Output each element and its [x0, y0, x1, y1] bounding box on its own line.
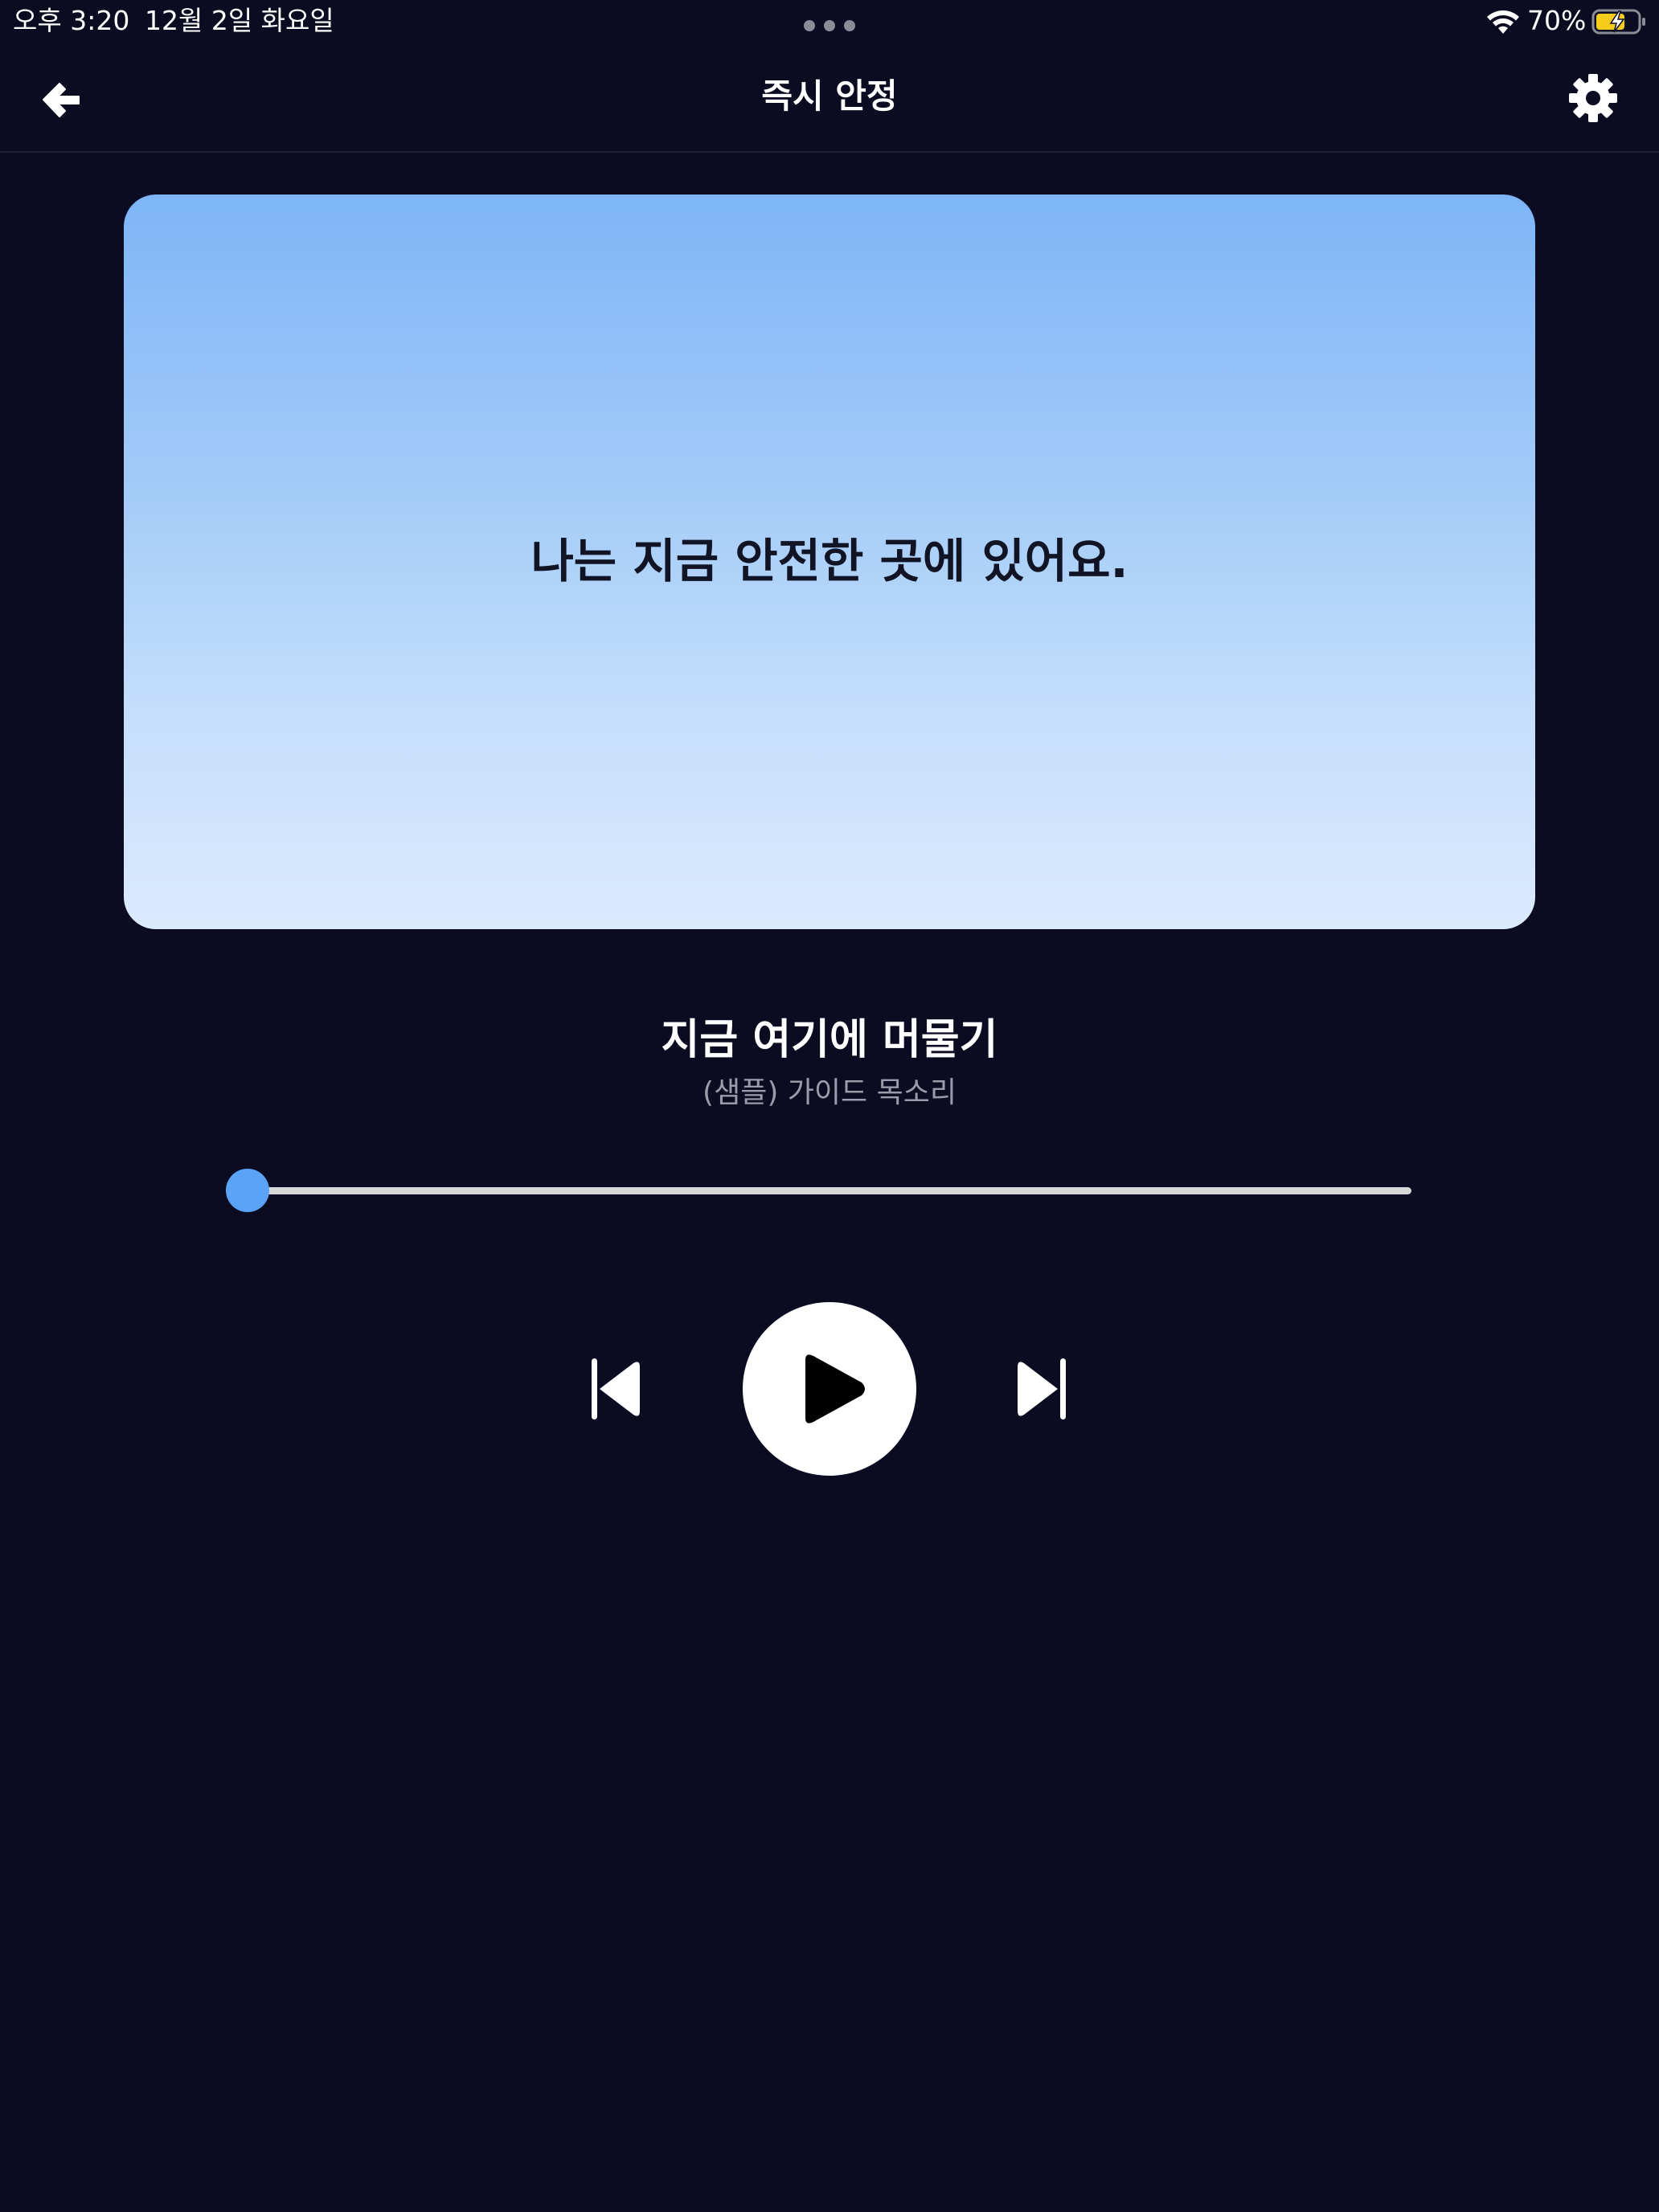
multitask-dot	[844, 20, 855, 31]
battery-charging-icon	[1591, 9, 1645, 35]
wifi-icon	[1487, 10, 1519, 34]
gear-icon	[1569, 74, 1617, 122]
track-subtitle: (샘플) 가이드 목소리	[703, 1076, 956, 1109]
nav-bar: 즉시 안정	[0, 48, 1659, 153]
affirmation-card: 나는 지금 안전한 곳에 있어요.	[124, 195, 1535, 929]
play-icon	[805, 1354, 865, 1423]
multitask-menu-icon[interactable]	[804, 20, 855, 31]
status-time: 오후 3:20	[13, 5, 130, 36]
skip-back-icon	[592, 1358, 640, 1419]
progress-track	[248, 1187, 1411, 1194]
multitask-dot	[804, 20, 815, 31]
skip-forward-icon	[1018, 1358, 1066, 1419]
back-button[interactable]	[39, 77, 84, 122]
affirmation-text: 나는 지금 안전한 곳에 있어요.	[530, 534, 1129, 588]
progress-thumb[interactable]	[226, 1169, 269, 1212]
arrow-left-icon	[43, 83, 80, 117]
multitask-dot	[824, 20, 835, 31]
play-button[interactable]	[743, 1302, 916, 1476]
page-title: 즉시 안정	[761, 76, 898, 116]
track-title: 지금 여기에 머물기	[661, 1016, 998, 1064]
status-date: 12월 2일 화요일	[145, 5, 334, 36]
skip-forward-button[interactable]	[1011, 1355, 1071, 1423]
status-bar: 오후 3:20 12월 2일 화요일 70%	[0, 0, 1659, 48]
battery-percent: 70%	[1527, 5, 1587, 36]
skip-back-button[interactable]	[587, 1355, 646, 1423]
settings-button[interactable]	[1567, 72, 1619, 124]
progress-slider[interactable]	[226, 1169, 1411, 1212]
